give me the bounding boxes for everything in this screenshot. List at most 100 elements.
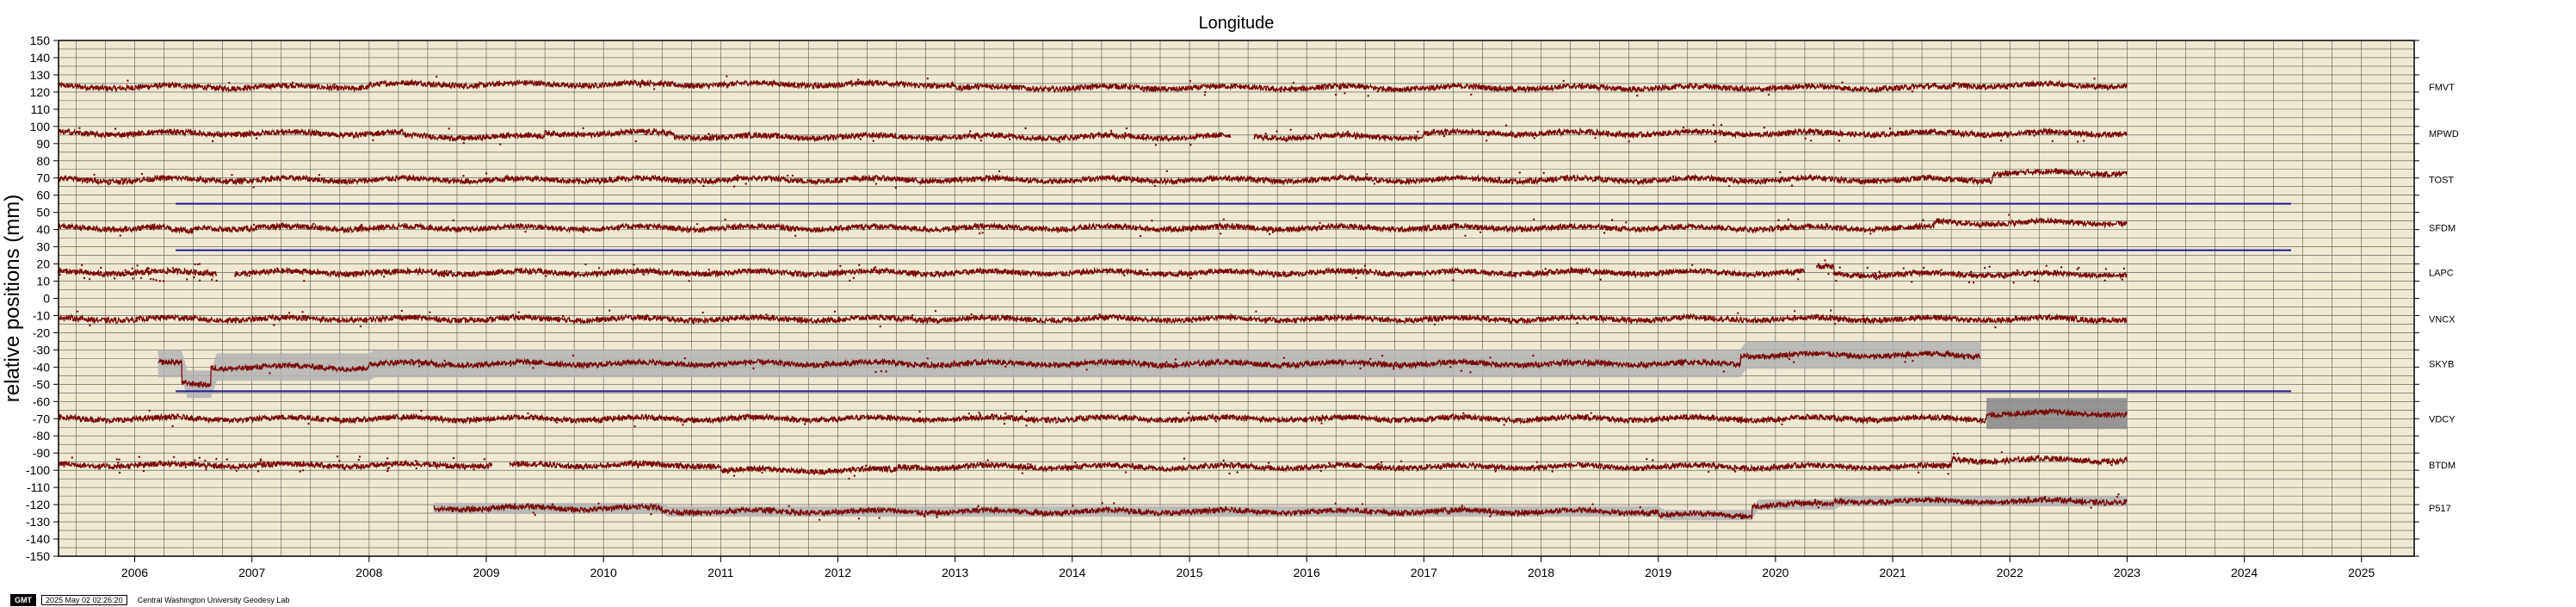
- outlier-point: [852, 276, 855, 279]
- outlier-point: [255, 137, 258, 139]
- outlier-point: [162, 280, 165, 282]
- outlier-point: [138, 455, 140, 458]
- y-tick-label: 40: [36, 223, 50, 237]
- outlier-point: [1533, 137, 1536, 139]
- outlier-point: [1881, 275, 1883, 278]
- outlier-point: [1799, 417, 1801, 419]
- outlier-point: [1940, 269, 1943, 271]
- outlier-point: [1225, 508, 1228, 511]
- outlier-point: [198, 279, 201, 282]
- outlier-point: [874, 183, 878, 185]
- outlier-point: [1204, 90, 1207, 94]
- outlier-point: [1793, 361, 1795, 363]
- outlier-point: [238, 131, 240, 133]
- outlier-point: [1279, 90, 1282, 93]
- outlier-point: [1282, 356, 1286, 359]
- outlier-point: [1838, 266, 1841, 269]
- outlier-point: [499, 143, 502, 146]
- y-tick-label: 80: [36, 154, 50, 168]
- outlier-point: [894, 186, 898, 189]
- x-tick-label: 2014: [1059, 566, 1085, 579]
- outlier-point: [2033, 279, 2036, 282]
- outlier-point: [1460, 369, 1463, 372]
- outlier-point: [676, 228, 679, 231]
- outlier-point: [833, 310, 837, 313]
- outlier-point: [1893, 274, 1896, 276]
- outlier-point: [1265, 365, 1269, 368]
- outlier-point: [117, 461, 120, 464]
- outlier-point: [307, 423, 310, 425]
- x-tick-label: 2021: [1879, 566, 1906, 579]
- outlier-point: [448, 127, 450, 130]
- outlier-point: [1393, 368, 1395, 370]
- outlier-point: [1702, 129, 1704, 132]
- outlier-point: [148, 133, 151, 135]
- x-tick-label: 2008: [355, 566, 382, 579]
- outlier-point: [1992, 414, 1995, 417]
- outlier-point: [1135, 137, 1139, 139]
- outlier-point: [1165, 170, 1169, 172]
- outlier-point: [744, 183, 747, 185]
- outlier-point: [934, 310, 937, 313]
- outlier-point: [445, 269, 448, 272]
- outlier-point: [1430, 228, 1433, 232]
- outlier-point: [485, 172, 488, 175]
- outlier-point: [83, 276, 86, 280]
- outlier-point: [1351, 271, 1355, 275]
- x-tick-label: 2023: [2114, 566, 2140, 579]
- outlier-point: [2045, 264, 2048, 267]
- outlier-point: [1153, 184, 1157, 188]
- outlier-point: [372, 139, 374, 142]
- outlier-point: [228, 82, 231, 84]
- outlier-point: [1532, 354, 1535, 357]
- outlier-point: [310, 464, 312, 467]
- outlier-point: [1790, 184, 1794, 187]
- outlier-point: [1139, 234, 1142, 238]
- station-labels: FMVT MPWD TOST SFDM LAPC VNCX SKYB VDCY BTDM P517: [2429, 83, 2459, 514]
- outlier-point: [149, 277, 152, 281]
- outlier-point: [448, 139, 451, 142]
- outlier-point: [1489, 515, 1492, 517]
- outlier-point: [859, 138, 862, 140]
- x-tick-label: 2009: [473, 566, 499, 579]
- outlier-point: [211, 278, 213, 281]
- outlier-point: [1586, 364, 1590, 367]
- outlier-point: [301, 311, 304, 313]
- outlier-point: [1779, 170, 1782, 174]
- outlier-point: [527, 412, 529, 415]
- outlier-point: [462, 175, 465, 177]
- outlier-point: [118, 471, 121, 474]
- outlier-point: [1958, 131, 1961, 133]
- outlier-point: [276, 84, 279, 88]
- outlier-point: [1009, 138, 1011, 140]
- outlier-point: [857, 517, 861, 520]
- outlier-point: [1479, 231, 1482, 233]
- outlier-point: [761, 471, 763, 474]
- outlier-point: [1336, 511, 1338, 513]
- outlier-point: [71, 456, 74, 459]
- outlier-point: [517, 311, 520, 313]
- outlier-point: [1228, 472, 1231, 475]
- outlier-point: [1335, 93, 1337, 96]
- outlier-point: [124, 269, 127, 271]
- outlier-point: [765, 313, 768, 316]
- outlier-point: [1124, 471, 1127, 474]
- outlier-point: [1888, 127, 1892, 130]
- outlier-point: [1142, 133, 1146, 136]
- outlier-point: [338, 460, 341, 462]
- outlier-point: [1663, 224, 1666, 227]
- outlier-point: [998, 170, 1001, 173]
- y-tick-label: 30: [36, 240, 50, 254]
- outlier-point: [1722, 370, 1726, 373]
- outlier-point: [973, 137, 977, 139]
- outlier-point: [124, 271, 127, 274]
- outlier-point: [2026, 130, 2029, 133]
- outlier-point: [1911, 281, 1913, 283]
- outlier-point: [537, 226, 541, 229]
- outlier-point: [1432, 128, 1436, 132]
- outlier-point: [683, 357, 686, 360]
- outlier-point: [872, 84, 874, 87]
- outlier-point: [1447, 512, 1449, 515]
- outlier-point: [1714, 140, 1717, 143]
- x-tick-label: 2025: [2348, 566, 2375, 579]
